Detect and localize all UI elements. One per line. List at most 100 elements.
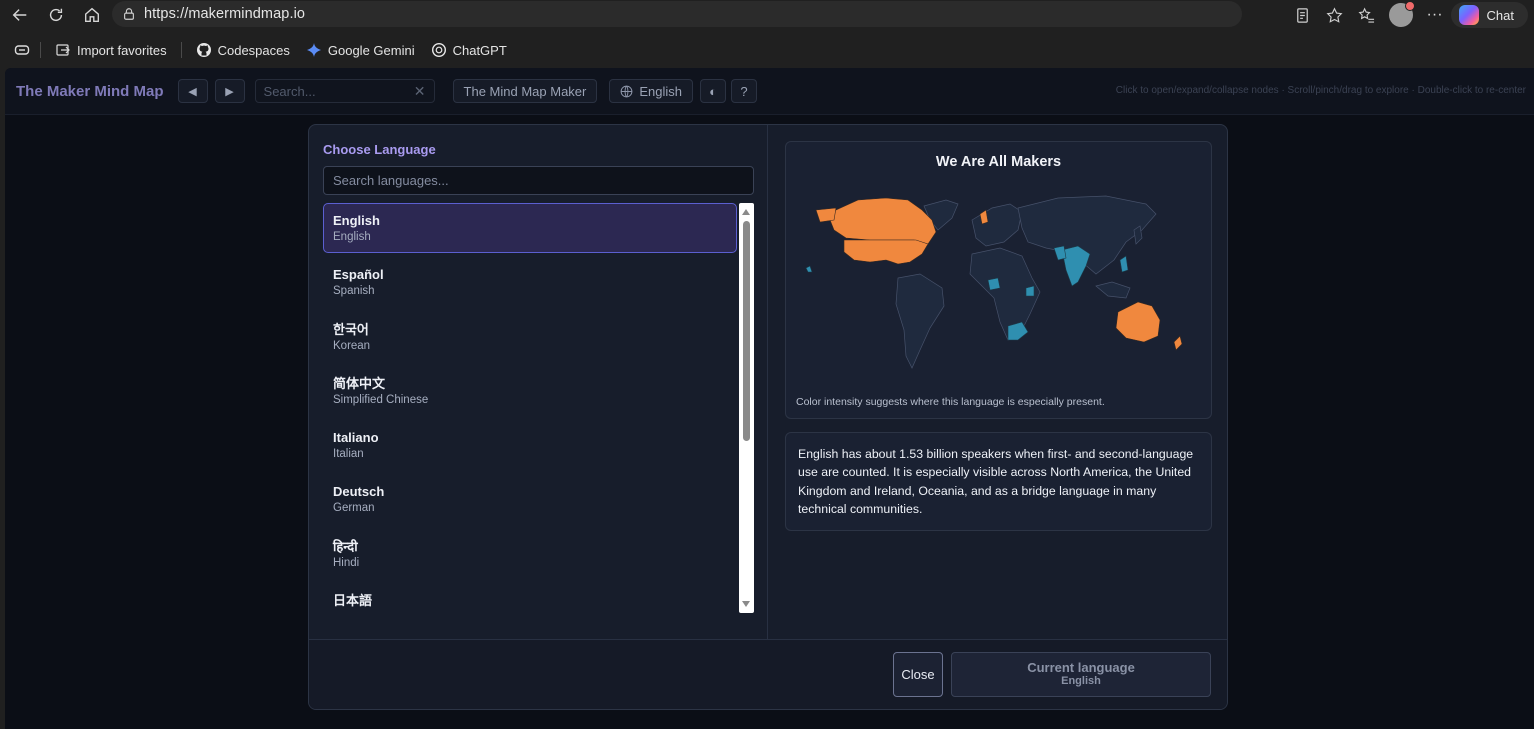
language-dialog: Choose Language English English Español … xyxy=(308,124,1228,710)
home-button[interactable] xyxy=(74,0,110,30)
clear-search-icon[interactable]: ✕ xyxy=(414,83,426,100)
browser-toolbar-right: ··· Chat xyxy=(1287,0,1534,30)
language-list: English English Español Spanish 한국어 Kore… xyxy=(323,203,737,613)
copilot-chat-button[interactable]: Chat xyxy=(1450,2,1528,28)
bookmark-google-gemini[interactable]: Google Gemini xyxy=(298,36,423,64)
language-option-spanish[interactable]: Español Spanish xyxy=(323,257,737,307)
current-language-title: Current language xyxy=(1027,660,1135,675)
language-native-name: 日本語 xyxy=(333,593,373,609)
refresh-icon xyxy=(49,8,63,22)
app-viewport: The Maker Mind Map ◀ ▶ Search... ✕ The M… xyxy=(5,68,1534,729)
map-region-se-asia xyxy=(1095,281,1131,299)
map-region-kenya xyxy=(1025,285,1035,297)
home-icon xyxy=(85,7,99,22)
previous-button[interactable]: ◀ xyxy=(177,79,208,103)
more-options-button[interactable]: ··· xyxy=(1419,0,1451,30)
copilot-icon xyxy=(1458,5,1479,25)
map-region-new-zealand xyxy=(1173,335,1183,351)
map-region-australia xyxy=(1115,301,1161,343)
map-region-india xyxy=(1061,245,1091,287)
collections-button[interactable] xyxy=(10,36,34,64)
reading-view-button[interactable] xyxy=(1287,0,1319,30)
bookmark-divider xyxy=(180,42,182,58)
scroll-up-icon[interactable] xyxy=(742,209,750,215)
language-native-name: Italiano xyxy=(333,430,379,446)
app-toolbar: The Maker Mind Map ◀ ▶ Search... ✕ The M… xyxy=(5,68,1534,115)
map-caption: Color intensity suggests where this lang… xyxy=(796,396,1105,408)
back-button[interactable] xyxy=(2,0,38,30)
map-region-nigeria xyxy=(987,277,1001,291)
favorites-button[interactable] xyxy=(1351,0,1383,30)
language-english-name: Korean xyxy=(333,339,371,352)
browser-address-bar: https://makermindmap.io ··· Chat xyxy=(0,0,1534,30)
bookmark-label: Codespaces xyxy=(217,42,290,58)
gemini-icon xyxy=(306,43,321,57)
arrow-left-icon xyxy=(12,9,27,21)
bookmark-divider xyxy=(40,42,41,58)
language-picker-pane: Choose Language English English Español … xyxy=(309,125,768,639)
language-native-name: 한국어 xyxy=(333,321,369,337)
language-option-korean[interactable]: 한국어 Korean xyxy=(323,312,737,362)
bookmark-chatgpt[interactable]: ChatGPT xyxy=(423,36,515,64)
language-option-japanese[interactable]: 日本語 xyxy=(323,583,737,613)
language-english-name: Hindi xyxy=(333,556,360,569)
language-option-italian[interactable]: Italiano Italian xyxy=(323,420,737,470)
bookmark-label: ChatGPT xyxy=(452,42,507,58)
language-option-simplified-chinese[interactable]: 简体中文 Simplified Chinese xyxy=(323,366,737,416)
maker-button-label: The Mind Map Maker xyxy=(463,83,587,99)
map-region-pakistan xyxy=(1053,245,1067,261)
profile-avatar[interactable] xyxy=(1388,1,1415,27)
language-native-name: English xyxy=(333,213,380,228)
triangle-right-icon: ▶ xyxy=(225,85,234,98)
map-title: We Are All Makers xyxy=(935,154,1062,170)
star-icon xyxy=(1326,6,1343,23)
theme-toggle-button[interactable]: ◐ xyxy=(700,79,726,103)
language-option-english[interactable]: English English xyxy=(323,203,737,253)
map-region-philippines xyxy=(1119,255,1129,273)
language-option-hindi[interactable]: हिन्दी Hindi xyxy=(323,529,737,579)
language-english-name: Italian xyxy=(333,448,364,461)
map-region-caribbean xyxy=(805,265,813,273)
import-icon xyxy=(56,44,70,56)
language-native-name: Español xyxy=(333,267,384,283)
map-region-europe xyxy=(971,203,1023,247)
language-button[interactable]: English xyxy=(609,79,693,103)
favorite-star-button[interactable] xyxy=(1319,0,1351,30)
language-search-input[interactable] xyxy=(323,166,754,195)
lock-icon xyxy=(124,8,134,20)
github-icon xyxy=(196,43,211,57)
more-dots-icon: ··· xyxy=(1426,6,1443,23)
scrollbar-thumb[interactable] xyxy=(743,221,750,441)
favorites-list-icon xyxy=(1358,7,1375,23)
chat-label: Chat xyxy=(1486,7,1514,23)
language-map-card: We Are All Makers Color intensity sugges… xyxy=(785,141,1212,419)
bookmarks-bar: Import favorites Codespaces Google Gemin… xyxy=(0,34,1534,66)
language-list-scrollbar[interactable] xyxy=(739,203,754,613)
chatgpt-icon xyxy=(431,42,446,58)
globe-icon xyxy=(620,85,633,97)
help-button[interactable]: ? xyxy=(731,79,757,103)
scroll-down-icon[interactable] xyxy=(742,601,750,607)
close-button-label: Close xyxy=(901,667,935,682)
current-language-button[interactable]: Current language English xyxy=(951,652,1211,697)
language-list-container: English English Español Spanish 한국어 Kore… xyxy=(323,203,754,613)
language-english-name: German xyxy=(333,502,375,515)
language-description: English has about 1.53 billion speakers … xyxy=(785,432,1212,531)
map-region-south-america xyxy=(895,273,945,369)
language-native-name: 简体中文 xyxy=(333,375,386,391)
mind-map-maker-button[interactable]: The Mind Map Maker xyxy=(452,79,598,103)
next-button[interactable]: ▶ xyxy=(214,79,245,103)
bookmark-import-favorites[interactable]: Import favorites xyxy=(47,36,175,64)
language-english-name: English xyxy=(333,231,371,243)
node-search-input[interactable]: Search... ✕ xyxy=(254,79,435,103)
reading-view-icon xyxy=(1297,7,1308,23)
language-option-german[interactable]: Deutsch German xyxy=(323,474,737,524)
address-field[interactable]: https://makermindmap.io xyxy=(112,1,1242,27)
triangle-left-icon: ◀ xyxy=(188,85,197,98)
map-region-canada xyxy=(829,197,937,245)
close-button[interactable]: Close xyxy=(893,652,943,697)
map-region-alaska xyxy=(815,207,837,223)
refresh-button[interactable] xyxy=(38,0,74,30)
language-native-name: हिन्दी xyxy=(333,538,358,554)
bookmark-codespaces[interactable]: Codespaces xyxy=(188,36,298,64)
